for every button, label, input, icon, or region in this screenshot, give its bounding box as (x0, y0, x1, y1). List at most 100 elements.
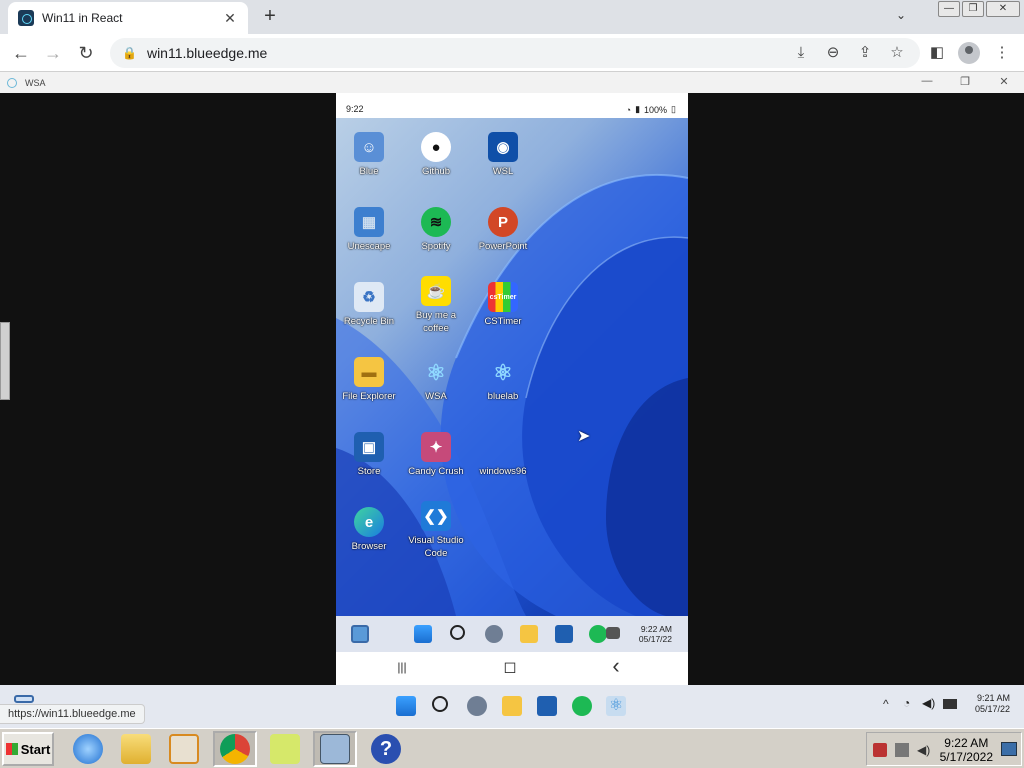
desktop-icon-bluelab[interactable]: ⚛ bluelab (470, 357, 536, 403)
desktop-icon-vscode[interactable]: ❮❯ Visual Studio Code (403, 501, 469, 560)
media-player-icon (169, 734, 199, 764)
wsa-minimize-icon[interactable]: — (920, 75, 934, 87)
show-desktop-icon[interactable] (1001, 742, 1017, 756)
desktop-icon-candy-crush[interactable]: ✦ Candy Crush (403, 432, 469, 478)
browser-chrome: Win11 in React ✕ + ⌄ — ❐ ✕ ← → ↻ 🔒 win11… (0, 0, 1024, 72)
tab-search-chevron-icon[interactable]: ⌄ (896, 8, 906, 22)
side-panel-icon[interactable]: ◧ (927, 43, 947, 63)
close-window-icon[interactable]: ✕ (986, 1, 1020, 17)
wsa-maximize-icon[interactable]: ❐ (958, 75, 972, 88)
desktop-icon-buy-me-a-coffee[interactable]: ☕ Buy me a coffee (403, 276, 469, 335)
outer-spotify-icon[interactable] (572, 696, 592, 716)
help-app[interactable]: ? (364, 731, 408, 767)
chrome-app[interactable] (213, 731, 257, 767)
profile-avatar-icon[interactable] (958, 42, 980, 64)
spotify-taskbar-icon[interactable] (589, 625, 607, 643)
folder-explorer-icon (121, 734, 151, 764)
browser-toolbar: ← → ↻ 🔒 win11.blueedge.me ⤓ ⊖ ⇪ ☆ ◧ ⋮ (0, 34, 1024, 72)
windows11-bloom-wallpaper: ☺ Blue ● Github ◉ WSL ▦ Unescape ≋ Spoti… (336, 118, 688, 616)
lock-icon: 🔒 (122, 46, 137, 60)
desktop-icon-windows96[interactable]: windows96 (470, 432, 536, 478)
outer-widgets-icon[interactable] (14, 695, 34, 703)
mouse-cursor-icon: ➤ (577, 428, 591, 445)
desktop-icon-wsa[interactable]: ⚛ WSA (403, 357, 469, 403)
address-url: win11.blueedge.me (146, 45, 268, 61)
windows-start-icon[interactable] (414, 625, 432, 643)
signal-icon: ▮ (635, 104, 641, 114)
desktop-icon-powerpoint[interactable]: P PowerPoint (470, 207, 536, 253)
recents-icon[interactable]: ||| (390, 660, 414, 674)
notes-app[interactable] (263, 731, 307, 767)
os-taskbar: Start ? ◀) 9:22 AM 5/17/2022 (0, 728, 1024, 768)
outer-taskbar-clock[interactable]: 9:21 AM 05/17/22 (975, 693, 1010, 715)
forward-arrow-icon[interactable]: → (42, 42, 64, 64)
start-button[interactable]: Start (2, 732, 54, 766)
file-explorer-app[interactable] (114, 731, 158, 767)
zoom-icon[interactable]: ⊖ (823, 43, 843, 63)
react-favicon-icon (18, 10, 34, 26)
outer-wifi-icon[interactable]: ◔ (903, 696, 910, 710)
tray-network-icon[interactable] (895, 743, 909, 757)
outer-file-explorer-icon[interactable] (502, 696, 522, 716)
desktop-icon-store[interactable]: ▣ Store (336, 432, 402, 478)
status-indicators: ◔ ▮ 100% ▯ (626, 104, 676, 115)
os-clock[interactable]: 9:22 AM 5/17/2022 (940, 736, 993, 764)
desktop-icon-recycle-bin[interactable]: ♻ Recycle Bin (336, 282, 402, 328)
new-tab-button[interactable]: + (258, 5, 282, 28)
media-player-app[interactable] (162, 731, 206, 767)
outer-start-icon[interactable] (396, 696, 416, 716)
file-explorer-icon[interactable] (520, 625, 538, 643)
internet-explorer-app[interactable] (66, 731, 110, 767)
install-app-icon[interactable]: ⤓ (791, 43, 811, 63)
back-arrow-icon[interactable]: ← (10, 42, 32, 64)
reload-icon[interactable]: ↻ (75, 42, 97, 64)
desktop-icon-unescape[interactable]: ▦ Unescape (336, 207, 402, 253)
minimize-icon[interactable]: — (938, 1, 960, 17)
tab-close-icon[interactable]: ✕ (222, 10, 238, 27)
folder-icon: ▬ (354, 357, 384, 387)
outer-settings-icon[interactable] (467, 696, 487, 716)
bookmark-star-icon[interactable]: ☆ (887, 43, 907, 63)
tray-chevron-icon[interactable]: ^ (883, 697, 889, 711)
share-icon[interactable]: ⇪ (855, 43, 875, 63)
android-phone-screen: 9:22 ◔ ▮ 100% ▯ ☺ Blue ● Github ◉ WSL ▦ … (336, 93, 688, 685)
desktop-icon-file-explorer[interactable]: ▬ File Explorer (336, 357, 402, 403)
tray-battery-icon (606, 627, 620, 639)
wsa-title: WSA (25, 77, 46, 88)
menu-kebab-icon[interactable]: ⋮ (992, 43, 1012, 63)
desktop-icon-blue[interactable]: ☺ Blue (336, 132, 402, 178)
outer-store-icon[interactable] (537, 696, 557, 716)
side-widget-handle[interactable] (0, 322, 10, 400)
back-icon[interactable]: ‹ (604, 653, 628, 679)
linux-penguin-icon: ◉ (488, 132, 518, 162)
outer-battery-icon[interactable] (943, 699, 957, 709)
outer-volume-icon[interactable]: ◀) (922, 696, 935, 710)
restore-icon[interactable]: ❐ (962, 1, 984, 17)
desktop-icon-browser[interactable]: e Browser (336, 507, 402, 553)
windows96-icon (488, 432, 518, 462)
browser-tab[interactable]: Win11 in React ✕ (8, 2, 248, 34)
settings-gear-icon[interactable] (485, 625, 503, 643)
desktop-icon-github[interactable]: ● Github (403, 132, 469, 178)
outer-search-icon[interactable] (432, 696, 448, 712)
phone-taskbar-clock[interactable]: 9:22 AM 05/17/22 (639, 624, 672, 644)
search-icon[interactable] (450, 625, 465, 640)
widgets-icon[interactable] (351, 625, 369, 643)
candy-crush-icon: ✦ (421, 432, 451, 462)
control-panel-app[interactable] (313, 731, 357, 767)
tray-alert-icon[interactable] (873, 743, 887, 757)
control-panel-icon (320, 734, 350, 764)
desktop-icon-wsl[interactable]: ◉ WSL (470, 132, 536, 178)
powerpoint-icon: P (488, 207, 518, 237)
store-icon[interactable] (555, 625, 573, 643)
chrome-icon (220, 734, 250, 764)
tray-volume-icon[interactable]: ◀) (917, 743, 931, 757)
wsa-close-icon[interactable]: ✕ (997, 75, 1011, 88)
blue-user-icon: ☺ (354, 132, 384, 162)
edge-browser-icon: e (354, 507, 384, 537)
outer-wsa-icon[interactable]: ⚛ (606, 696, 626, 716)
home-icon[interactable]: ◻ (498, 657, 522, 677)
desktop-icon-spotify[interactable]: ≋ Spotify (403, 207, 469, 253)
desktop-icon-cstimer[interactable]: csTimer CSTimer (470, 282, 536, 328)
spotify-icon: ≋ (421, 207, 451, 237)
